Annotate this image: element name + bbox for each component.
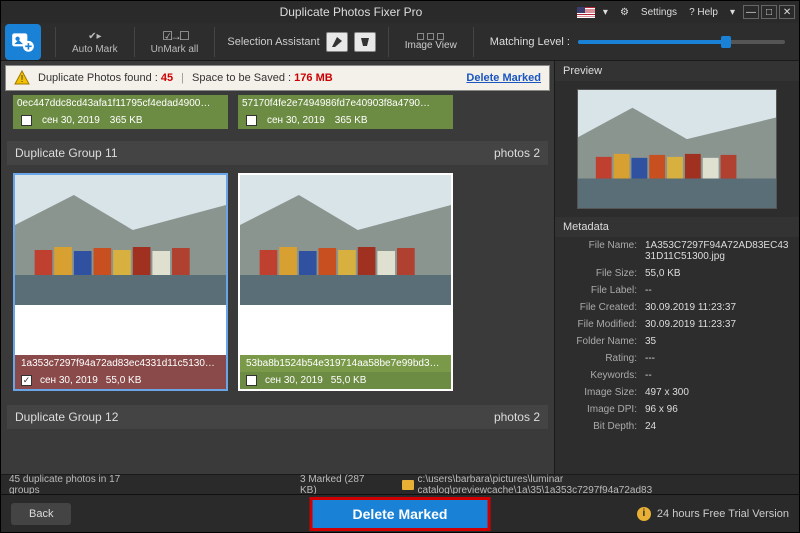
metadata-panel: File Name:1A353C7297F94A72AD83EC4331D11C… xyxy=(555,237,799,474)
back-button[interactable]: Back xyxy=(11,503,71,525)
unmark-icon: ☑→☐ xyxy=(162,28,187,44)
help-link[interactable]: ? Help xyxy=(683,7,724,18)
photo-card[interactable]: 1a353c7297f94a72ad83ec4331d11c5130… ✓сен… xyxy=(13,173,228,391)
status-path: c:\users\barbara\pictures\luminar catalo… xyxy=(418,474,791,496)
list-item[interactable]: 0ec447ddc8cd43afa1f11795cf4edad4900… сен… xyxy=(13,95,228,129)
matching-level-slider[interactable] xyxy=(578,40,785,44)
preview-image xyxy=(577,89,777,209)
space-saved: 176 MB xyxy=(294,72,333,84)
metadata-header: Metadata xyxy=(555,217,799,237)
app-logo-icon xyxy=(5,24,41,60)
mark-checkbox[interactable]: ✓ xyxy=(21,375,32,386)
minimize-button[interactable]: — xyxy=(743,5,759,19)
folder-icon xyxy=(402,480,414,490)
unmark-all-button[interactable]: ☑→☐ UnMark all xyxy=(141,26,209,57)
settings-link[interactable]: Settings xyxy=(635,7,683,18)
photo-card[interactable]: 53ba8b1524b54e319714aa58be7e99bd3… сен 3… xyxy=(238,173,453,391)
image-view-toggle[interactable]: Image View xyxy=(395,33,467,51)
list-item[interactable]: 57170f4fe2e7494986fd7e40903f8a4790… сен … xyxy=(238,95,453,129)
check-icon: ✔▸ xyxy=(88,28,101,44)
results-scroll[interactable]: 0ec447ddc8cd43afa1f11795cf4edad4900… сен… xyxy=(1,95,554,474)
preview-header: Preview xyxy=(555,61,799,81)
flag-icon[interactable] xyxy=(577,7,595,18)
info-bar: ! Duplicate Photos found : 45 | Space to… xyxy=(5,65,550,91)
thumbnail-image xyxy=(15,175,226,305)
close-button[interactable]: ✕ xyxy=(779,5,795,19)
mark-checkbox[interactable] xyxy=(246,375,257,386)
mark-checkbox[interactable] xyxy=(246,115,257,126)
app-title: Duplicate Photos Fixer Pro xyxy=(125,5,577,19)
title-bar: Duplicate Photos Fixer Pro ▾ ⚙ Settings … xyxy=(1,1,799,23)
thumbnail-image xyxy=(240,175,451,305)
status-marked: 3 Marked (287 KB) xyxy=(300,474,382,496)
flag-dropdown[interactable]: ▾ xyxy=(597,7,614,18)
status-summary: 45 duplicate photos in 17 groups xyxy=(9,474,150,496)
bottom-bar: Back Delete Marked i 24 hours Free Trial … xyxy=(1,494,799,532)
selection-assistant-label: Selection Assistant xyxy=(227,36,319,48)
auto-mark-button[interactable]: ✔▸ Auto Mark xyxy=(62,26,128,57)
group-header: Duplicate Group 11 photos 2 xyxy=(7,141,548,165)
toolbar: ✔▸ Auto Mark ☑→☐ UnMark all Selection As… xyxy=(1,23,799,61)
group-header: Duplicate Group 12 photos 2 xyxy=(7,405,548,429)
matching-level-label: Matching Level : xyxy=(490,36,570,48)
gear-icon[interactable]: ⚙ xyxy=(614,7,635,18)
delete-marked-link[interactable]: Delete Marked xyxy=(466,72,541,84)
maximize-button[interactable]: □ xyxy=(761,5,777,19)
warning-icon: ! xyxy=(14,70,30,86)
help-dropdown[interactable]: ▾ xyxy=(724,7,741,18)
mark-checkbox[interactable] xyxy=(21,115,32,126)
found-count: 45 xyxy=(161,72,173,84)
status-bar: 45 duplicate photos in 17 groups 3 Marke… xyxy=(1,474,799,494)
svg-text:!: ! xyxy=(21,74,24,85)
sel-assist-tool-1[interactable] xyxy=(326,32,348,52)
delete-marked-button[interactable]: Delete Marked xyxy=(310,497,491,531)
trial-label: 24 hours Free Trial Version xyxy=(657,508,789,520)
sel-assist-tool-2[interactable] xyxy=(354,32,376,52)
info-icon: i xyxy=(637,507,651,521)
